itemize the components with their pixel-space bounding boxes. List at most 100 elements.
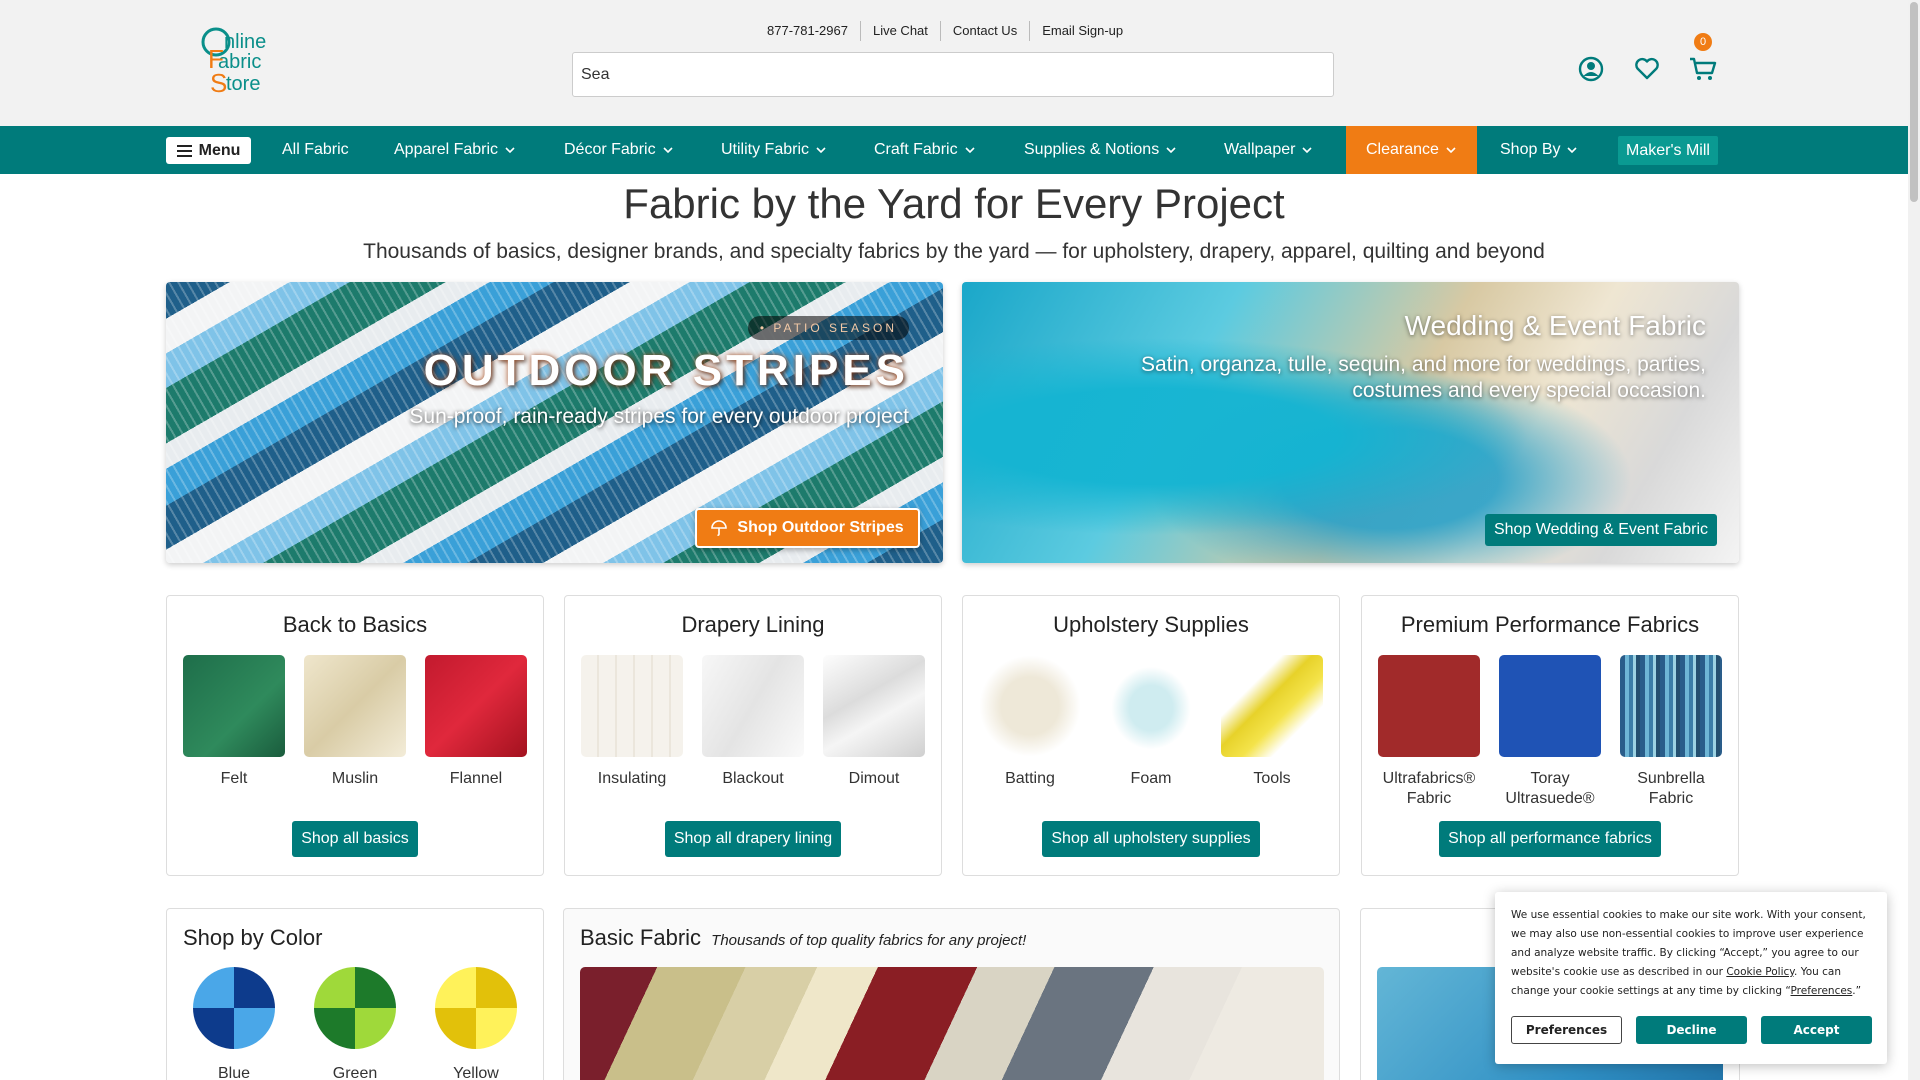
menu-button[interactable]: Menu [166, 137, 251, 164]
site-header: nline abric F S tore 877-781-2967 Live C… [0, 0, 1908, 126]
page-scrollbar[interactable] [1908, 0, 1920, 1080]
card-title: Premium Performance Fabrics [1400, 612, 1700, 637]
category-muslin[interactable]: Muslin [304, 655, 406, 789]
muslin-swatch [304, 655, 406, 757]
card-back-to-basics: Back to Basics Felt Muslin Flannel Shop … [166, 595, 544, 876]
patio-season-tag: • PATIO SEASON [747, 316, 909, 340]
category-felt[interactable]: Felt [183, 655, 285, 789]
chevron-down-icon [1302, 147, 1313, 154]
chevron-down-icon [965, 147, 975, 154]
category-label: Felt [220, 770, 248, 787]
nav-all-fabric[interactable]: All Fabric [282, 126, 349, 174]
scrollbar-thumb[interactable] [1910, 2, 1918, 202]
category-foam[interactable]: Foam [1100, 655, 1202, 789]
shop-outdoor-stripes-button[interactable]: Shop Outdoor Stripes [695, 508, 920, 548]
category-dimout[interactable]: Dimout [823, 655, 925, 789]
blackout-swatch [702, 655, 804, 757]
card-title: Drapery Lining [681, 612, 825, 637]
category-blackout[interactable]: Blackout [702, 655, 804, 789]
color-yellow[interactable]: Yellow [425, 967, 527, 1080]
insulating-swatch [581, 655, 683, 757]
cookie-preferences-link[interactable]: Preferences [1791, 985, 1853, 997]
main-nav: Menu All Fabric Apparel Fabric Décor Fab… [0, 126, 1908, 174]
nav-clearance[interactable]: Clearance [1346, 126, 1477, 174]
color-label: Blue [217, 1065, 251, 1080]
chevron-down-icon [1166, 147, 1176, 154]
contact-us-link[interactable]: Contact Us [939, 21, 1029, 41]
umbrella-icon [711, 520, 728, 536]
category-sunbrella[interactable]: Sunbrella Fabric [1620, 655, 1722, 809]
chevron-down-icon [1567, 147, 1578, 154]
nav-wallpaper[interactable]: Wallpaper [1224, 126, 1313, 174]
svg-text:tore: tore [226, 73, 260, 95]
color-blue[interactable]: Blue [183, 967, 285, 1080]
nav-label: Shop By [1500, 141, 1561, 158]
account-icon[interactable] [1574, 52, 1608, 86]
nav-apparel-fabric[interactable]: Apparel Fabric [394, 126, 516, 174]
basic-fabric-heading: Basic Fabric [580, 925, 702, 950]
color-green[interactable]: Green [304, 967, 406, 1080]
wedding-event-banner[interactable]: Wedding & Event Fabric Satin, organza, t… [962, 282, 1739, 563]
cart-icon[interactable] [1686, 52, 1720, 86]
nav-shop-by[interactable]: Shop By [1500, 126, 1578, 174]
outdoor-stripes-banner[interactable]: • PATIO SEASON OUTDOOR STRIPES Sun-proof… [166, 282, 943, 563]
cookie-policy-link[interactable]: Cookie Policy [1726, 966, 1794, 978]
nav-supplies-notions[interactable]: Supplies & Notions [1024, 126, 1177, 174]
cookie-accept-button[interactable]: Accept [1761, 1016, 1872, 1044]
category-tools[interactable]: Tools [1221, 655, 1323, 789]
nav-decor-fabric[interactable]: Décor Fabric [564, 126, 674, 174]
nav-label: Maker's Mill [1626, 141, 1710, 159]
category-toray-ultrasuede[interactable]: Toray Ultrasuede® [1499, 655, 1601, 809]
nav-makers-mill[interactable]: Maker's Mill [1618, 136, 1718, 165]
cookie-text: .” [1852, 985, 1862, 997]
shop-all-drapery-lining-button[interactable]: Shop all drapery lining [664, 821, 842, 857]
category-label: Muslin [331, 770, 379, 787]
cookie-decline-button[interactable]: Decline [1636, 1016, 1747, 1044]
batting-swatch [979, 655, 1081, 757]
nav-label: Utility Fabric [721, 141, 810, 158]
blue-swatch [193, 967, 275, 1049]
shop-all-upholstery-supplies-button[interactable]: Shop all upholstery supplies [1042, 821, 1260, 857]
category-insulating[interactable]: Insulating [581, 655, 683, 789]
basic-fabric-image [580, 967, 1324, 1080]
site-logo[interactable]: nline abric F S tore [198, 24, 298, 104]
category-label: Foam [1130, 770, 1172, 787]
shop-outdoor-stripes-label: Shop Outdoor Stripes [737, 519, 904, 536]
category-ultrafabrics[interactable]: Ultrafabrics® Fabric [1378, 655, 1480, 809]
shop-by-color-card: Shop by Color Blue Green Yellow [166, 908, 544, 1080]
wedding-banner-title: Wedding & Event Fabric [1404, 310, 1706, 341]
shop-all-basics-button[interactable]: Shop all basics [292, 821, 418, 857]
nav-label: Craft Fabric [874, 141, 958, 158]
card-premium-performance: Premium Performance Fabrics Ultrafabrics… [1361, 595, 1739, 876]
category-label: Flannel [449, 770, 503, 787]
nav-label: Supplies & Notions [1024, 141, 1160, 158]
shop-wedding-event-button[interactable]: Shop Wedding & Event Fabric [1484, 514, 1717, 546]
category-batting[interactable]: Batting [979, 655, 1081, 789]
wedding-banner-subtitle: Satin, organza, tulle, sequin, and more … [1141, 353, 1706, 402]
nav-label: All Fabric [282, 141, 349, 158]
cookie-preferences-button[interactable]: Preferences [1511, 1016, 1622, 1044]
ultrasuede-swatch [1499, 655, 1601, 757]
nav-label: Wallpaper [1224, 141, 1296, 158]
live-chat-link[interactable]: Live Chat [859, 21, 940, 41]
svg-text:S: S [210, 68, 227, 98]
card-upholstery-supplies: Upholstery Supplies Batting Foam Tools S… [962, 595, 1340, 876]
outdoor-banner-subtitle: Sun-proof, rain-ready stripes for every … [409, 405, 909, 428]
email-signup-link[interactable]: Email Sign-up [1029, 21, 1135, 41]
nav-craft-fabric[interactable]: Craft Fabric [874, 126, 976, 174]
green-swatch [314, 967, 396, 1049]
nav-utility-fabric[interactable]: Utility Fabric [721, 126, 827, 174]
category-label: Dimout [848, 770, 900, 787]
shop-by-color-title: Shop by Color [183, 925, 323, 950]
color-label: Green [332, 1065, 378, 1080]
shop-all-performance-fabrics-button[interactable]: Shop all performance fabrics [1439, 821, 1661, 857]
basic-fabric-title: Basic Fabric Thousands of top quality fa… [580, 925, 1339, 951]
phone-link[interactable]: 877-781-2967 [755, 21, 860, 41]
heart-icon[interactable] [1630, 52, 1664, 86]
basic-fabric-card[interactable]: Basic Fabric Thousands of top quality fa… [563, 908, 1340, 1080]
ultrafabrics-swatch [1378, 655, 1480, 757]
menu-label: Menu [198, 141, 241, 159]
felt-swatch [183, 655, 285, 757]
search-input[interactable] [572, 52, 1334, 97]
category-flannel[interactable]: Flannel [425, 655, 527, 789]
